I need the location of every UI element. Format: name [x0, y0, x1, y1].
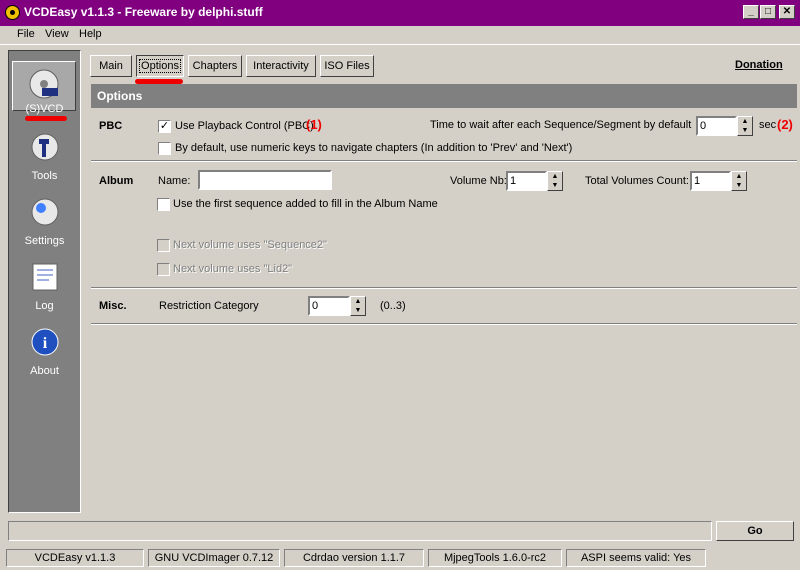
progress-bar: [8, 521, 712, 541]
pbc-title: PBC: [99, 120, 123, 132]
donation-link[interactable]: Donation: [735, 59, 783, 71]
maximize-button[interactable]: □: [760, 5, 776, 19]
nav-item-tools[interactable]: Tools: [9, 131, 80, 182]
nav-item-log[interactable]: Log: [9, 261, 80, 312]
next-sequence-label: Next volume uses "Sequence2": [173, 239, 327, 251]
nav-label-settings: Settings: [24, 235, 65, 247]
section-title: Options: [91, 84, 797, 108]
nav-label-about: About: [30, 365, 59, 377]
separator: [91, 160, 797, 162]
title-bar: VCDEasy v1.1.3 - Freeware by delphi.stuf…: [0, 0, 800, 26]
volume-nb-input[interactable]: 1: [506, 171, 547, 191]
tab-main[interactable]: Main: [90, 55, 132, 77]
tab-chapters[interactable]: Chapters: [188, 55, 242, 77]
nav-item-settings[interactable]: Settings: [9, 196, 80, 247]
volume-nb-spinner[interactable]: ▲ ▼: [547, 171, 563, 191]
left-nav: (S)VCD Tools Settings Log i About: [8, 50, 81, 513]
total-volumes-input[interactable]: 1: [690, 171, 731, 191]
app-icon: [5, 5, 20, 20]
next-lid-checkbox[interactable]: [157, 263, 170, 276]
use-pbc-label: Use Playback Control (PBC): [175, 120, 314, 132]
about-icon: i: [31, 328, 58, 356]
wait-time-input[interactable]: 0: [696, 116, 737, 136]
tab-iso-files[interactable]: ISO Files: [320, 55, 374, 77]
minimize-button[interactable]: _: [743, 5, 759, 19]
tools-icon: [31, 133, 58, 161]
nav-label-svcd[interactable]: (S)VCD: [9, 103, 80, 115]
wait-time-spinner[interactable]: ▲ ▼: [737, 116, 753, 136]
misc-title: Misc.: [99, 300, 127, 312]
wait-time-label: Time to wait after each Sequence/Segment…: [430, 119, 692, 131]
status-cdrdao: Cdrdao version 1.1.7: [284, 549, 424, 567]
svg-text:i: i: [42, 335, 47, 352]
nav-label-tools: Tools: [31, 170, 58, 182]
album-title: Album: [99, 175, 134, 187]
close-button[interactable]: ✕: [779, 5, 795, 19]
numeric-keys-checkbox[interactable]: [158, 142, 171, 155]
total-volumes-label: Total Volumes Count:: [585, 175, 689, 187]
annotation-marker-1: (1): [306, 117, 322, 132]
separator: [91, 323, 797, 325]
volume-nb-label: Volume Nb:: [450, 175, 507, 187]
settings-icon: [31, 198, 58, 226]
album-name-input[interactable]: [198, 170, 332, 190]
numeric-keys-label: By default, use numeric keys to navigate…: [175, 142, 573, 154]
restriction-input[interactable]: 0: [308, 296, 350, 316]
annotation-underline-nav: [25, 116, 67, 121]
tab-options[interactable]: Options: [136, 55, 184, 77]
menu-bar: File View Help: [0, 26, 800, 45]
status-vcdeasy: VCDEasy v1.1.3: [6, 549, 144, 567]
first-sequence-label: Use the first sequence added to fill in …: [173, 198, 438, 210]
total-volumes-spinner[interactable]: ▲ ▼: [731, 171, 747, 191]
window-title: VCDEasy v1.1.3 - Freeware by delphi.stuf…: [24, 5, 263, 19]
restriction-spinner[interactable]: ▲ ▼: [350, 296, 366, 316]
tab-interactivity[interactable]: Interactivity: [246, 55, 316, 77]
album-name-label: Name:: [158, 175, 191, 187]
log-icon: [32, 263, 57, 291]
svcd-disc-icon: [29, 69, 59, 99]
go-button[interactable]: Go: [716, 521, 794, 541]
menu-help[interactable]: Help: [79, 28, 102, 40]
use-pbc-checkbox[interactable]: ✓: [158, 120, 171, 133]
status-mjpegtools: MjpegTools 1.6.0-rc2: [428, 549, 562, 567]
next-lid-label: Next volume uses "Lid2": [173, 263, 293, 275]
sec-label: sec: [759, 119, 777, 131]
menu-view[interactable]: View: [45, 28, 69, 40]
nav-item-about[interactable]: i About: [9, 326, 80, 377]
next-sequence-checkbox[interactable]: [157, 239, 170, 252]
nav-label-log: Log: [35, 300, 54, 312]
restriction-range: (0..3): [380, 300, 406, 312]
first-sequence-checkbox[interactable]: [157, 198, 170, 211]
annotation-marker-2: (2): [777, 117, 793, 132]
separator: [91, 287, 797, 289]
menu-file[interactable]: File: [17, 28, 35, 40]
status-aspi: ASPI seems valid: Yes: [566, 549, 706, 567]
status-vcdimager: GNU VCDImager 0.7.12: [148, 549, 280, 567]
restriction-label: Restriction Category: [159, 300, 259, 312]
